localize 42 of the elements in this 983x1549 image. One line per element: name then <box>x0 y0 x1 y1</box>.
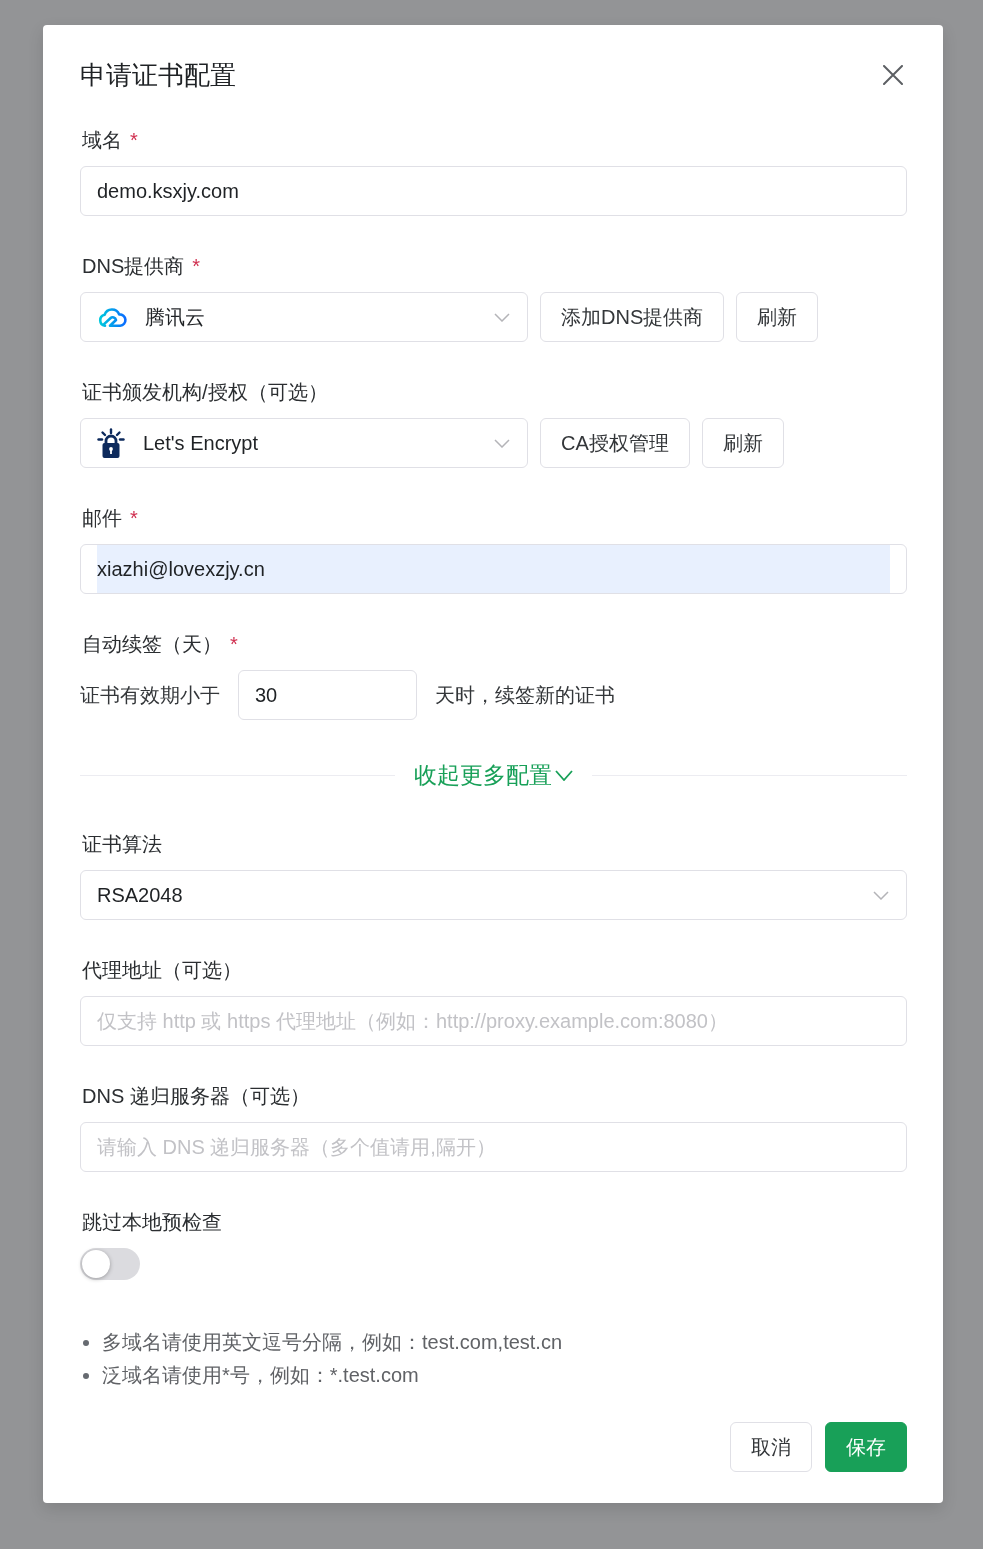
chevron-down-icon <box>494 438 510 448</box>
toggle-switch[interactable] <box>80 1248 140 1280</box>
action-button[interactable]: CA授权管理 <box>540 418 690 468</box>
text-input[interactable]: 请输入 DNS 递归服务器（多个值请用,隔开） <box>80 1122 907 1172</box>
dialog-title: 申请证书配置 <box>80 59 236 92</box>
note-text: 泛域名请使用*号，例如：*.test.com <box>102 1363 419 1388</box>
bullet-icon <box>83 1372 89 1379</box>
cloud-icon <box>97 306 127 328</box>
days-input[interactable]: 30 <box>238 670 417 720</box>
dropdown-select[interactable]: RSA2048 <box>80 870 907 920</box>
chevron-down-icon <box>873 890 889 900</box>
action-button[interactable]: 刷新 <box>736 292 819 342</box>
field-label: 自动续签（天） <box>82 632 222 657</box>
action-button[interactable]: 添加DNS提供商 <box>540 292 725 342</box>
field-label: DNS 递归服务器（可选） <box>82 1084 310 1109</box>
field-label: 证书算法 <box>82 832 162 857</box>
field-label: 域名 <box>82 128 122 153</box>
close-icon <box>883 65 903 85</box>
action-button[interactable]: 刷新 <box>701 418 784 468</box>
field-label: 邮件 <box>82 506 122 531</box>
close-button[interactable] <box>883 65 903 85</box>
text-input[interactable]: demo.ksxjy.com <box>80 166 907 216</box>
padlock-icon <box>97 428 125 458</box>
renewal-suffix-text: 天时，续签新的证书 <box>435 682 615 708</box>
note-text: 多域名请使用英文逗号分隔，例如：test.com,test.cn <box>102 1330 563 1355</box>
dropdown-select[interactable]: Let's Encrypt <box>80 418 528 468</box>
required-mark: * <box>130 128 138 153</box>
renewal-prefix-text: 证书有效期小于 <box>80 682 220 708</box>
field-label: 证书颁发机构/授权（可选） <box>82 380 328 405</box>
text-input[interactable]: 仅支持 http 或 https 代理地址（例如：http://proxy.example.com:8080） <box>80 996 907 1046</box>
bullet-icon <box>83 1339 89 1346</box>
field-label: 跳过本地预检查 <box>82 1210 222 1235</box>
chevron-down-icon <box>555 769 573 781</box>
required-mark: * <box>192 254 201 279</box>
cancel-button[interactable]: 取消 <box>730 1422 812 1472</box>
text-input[interactable]: xiazhi@lovexzjy.cn <box>80 544 907 594</box>
required-mark: * <box>230 632 238 657</box>
dropdown-select[interactable]: 腾讯云 <box>80 292 528 342</box>
chevron-down-icon <box>494 312 510 322</box>
required-mark: * <box>130 506 138 531</box>
field-label: DNS提供商 <box>82 254 185 279</box>
field-label: 代理地址（可选） <box>82 958 242 983</box>
